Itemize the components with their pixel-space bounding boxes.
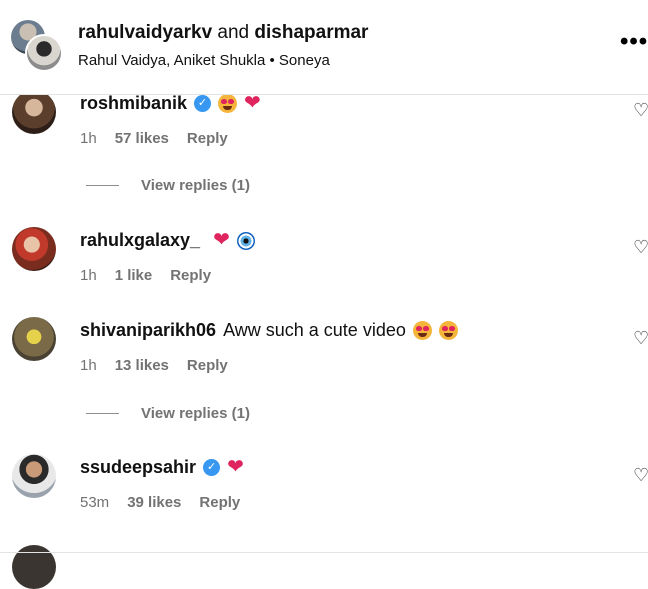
comment-likes[interactable]: 57 likes [115,130,169,147]
comment-text: Aww such a cute video [223,320,406,340]
verified-badge-icon: ✓ [203,459,221,476]
commenter-avatar[interactable] [12,454,56,498]
comment-meta: 1h 1 like Reply [80,267,211,284]
view-replies-label: View replies (1) [141,177,250,194]
comment-username[interactable]: ssudeepsahir [80,457,196,478]
reply-button[interactable]: Reply [199,494,240,511]
comment-meta: 1h 13 likes Reply [80,357,228,374]
comment-line: ssudeepsahir ✓ ❤ [80,457,244,478]
commenter-avatar[interactable] [12,90,56,134]
red-heart-emoji-icon: ❤ [213,229,230,251]
comment-likes[interactable]: 13 likes [115,357,169,374]
comment-username[interactable]: rahulxgalaxy_ [80,230,200,251]
commenter-avatar[interactable] [12,227,56,271]
author-link-2[interactable]: dishaparmar [254,22,368,43]
comment-line: shivaniparikh06 Aww such a cute video [80,320,458,341]
author-joiner: and [217,22,250,43]
comment-username[interactable]: shivaniparikh06 [80,320,216,341]
reply-button[interactable]: Reply [187,357,228,374]
post-header: rahulvaidyarkv and dishaparmar Rahul Vai… [0,0,648,95]
comment-time: 1h [80,267,97,284]
post-authors: rahulvaidyarkv and dishaparmar [78,22,368,44]
view-replies-button[interactable]: View replies (1) [86,405,250,422]
comment-input-divider [0,552,648,553]
comment-time: 1h [80,357,97,374]
evil-eye-emoji-icon [236,231,255,250]
like-heart-icon[interactable]: ♡ [633,237,648,258]
like-heart-icon[interactable]: ♡ [633,100,648,121]
like-heart-icon[interactable]: ♡ [633,328,648,349]
comment-time: 53m [80,494,110,511]
audio-credit[interactable]: Rahul Vaidya, Aniket Shukla • Soneya [78,52,330,69]
replies-divider [86,413,119,414]
view-replies-button[interactable]: View replies (1) [86,177,250,194]
heart-eyes-emoji-icon [218,94,238,113]
heart-eyes-emoji-icon [438,321,458,340]
replies-divider [86,185,119,186]
heart-eyes-emoji-icon [412,321,432,340]
red-heart-emoji-icon: ❤ [244,92,261,114]
group-avatar[interactable] [11,20,63,72]
comment-likes[interactable]: 1 like [115,267,153,284]
avatar-dishaparmar[interactable] [25,34,63,72]
verified-badge-icon: ✓ [194,95,212,112]
comment-time: 1h [80,130,97,147]
reply-button[interactable]: Reply [170,267,211,284]
comment-username[interactable]: roshmibanik [80,93,187,114]
author-link-1[interactable]: rahulvaidyarkv [78,22,212,43]
comment-likes[interactable]: 39 likes [127,494,181,511]
more-options-icon[interactable]: ••• [620,30,648,54]
view-replies-label: View replies (1) [141,405,250,422]
comment-line: roshmibanik ✓ ❤ [80,93,261,114]
comment-meta: 1h 57 likes Reply [80,130,228,147]
reply-button[interactable]: Reply [187,130,228,147]
like-heart-icon[interactable]: ♡ [633,465,648,486]
comment-meta: 53m 39 likes Reply [80,494,240,511]
commenter-avatar[interactable] [12,317,56,361]
comment-line: rahulxgalaxy_ ❤ [80,230,255,251]
red-heart-emoji-icon: ❤ [227,456,244,478]
